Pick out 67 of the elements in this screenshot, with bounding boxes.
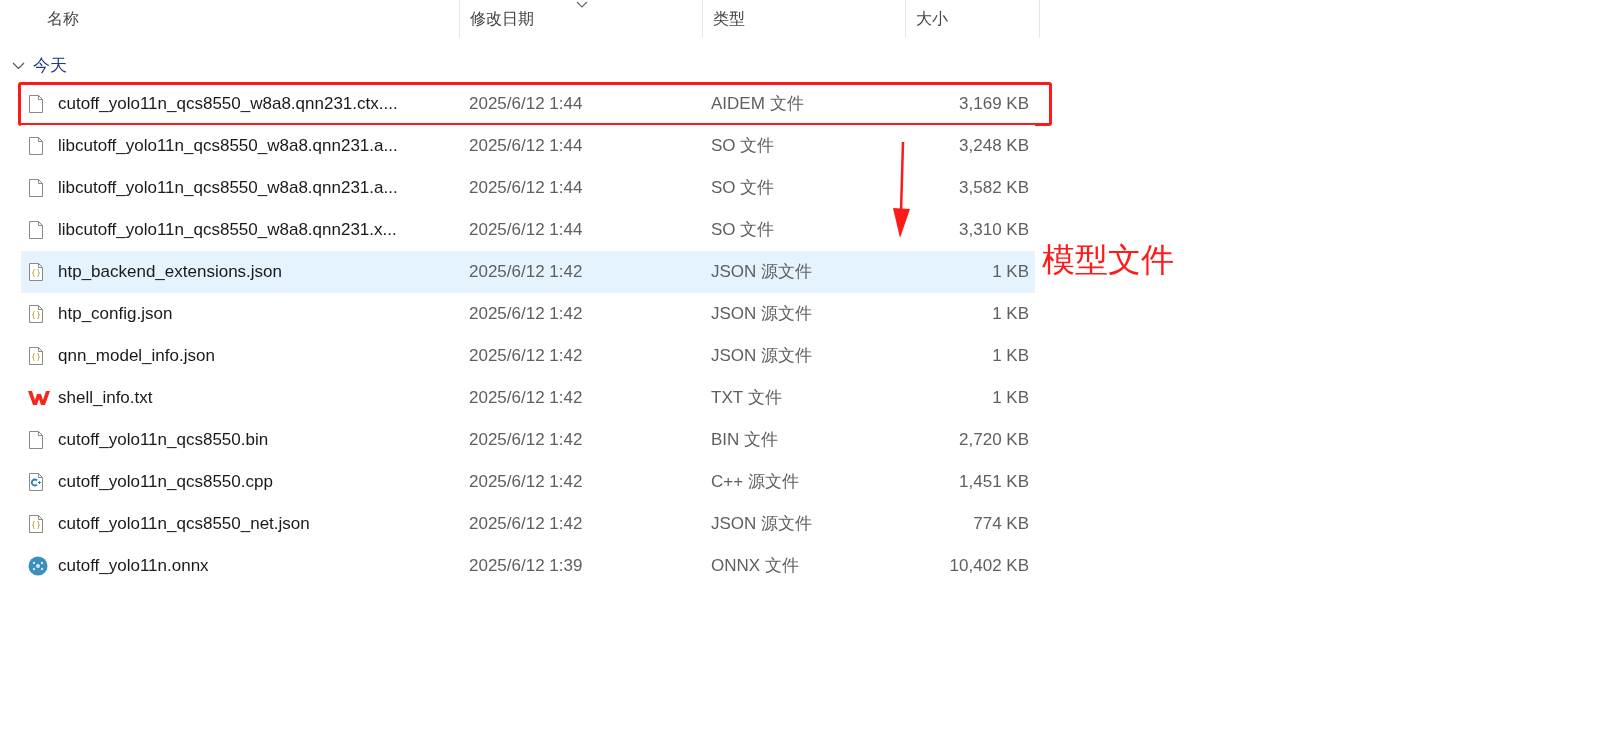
file-name: cutoff_yolo11n_qcs8550.cpp [58,471,274,494]
file-name: libcutoff_yolo11n_qcs8550_w8a8.qnn231.a... [58,177,399,200]
type-cell-text: JSON 源文件 [711,261,814,284]
type-cell-text: SO 文件 [711,219,776,242]
json-file-icon [28,262,44,282]
file-name: cutoff_yolo11n_qcs8550.bin [58,429,270,452]
file-row[interactable]: htp_backend_extensions.json 2025/6/12 1:42 JSON 源文件 1 KB [21,251,1035,293]
group-header[interactable]: 今天 [33,52,67,79]
size-cell-text: 3,248 KB [958,135,1029,158]
column-header[interactable]: 修改日期 [460,0,703,38]
type-cell-text: JSON 源文件 [711,345,814,368]
type-cell-text: SO 文件 [711,177,776,200]
wps-logo-icon [28,390,50,406]
file-name: cutoff_yolo11n_qcs8550_net.json [58,513,311,536]
file-name: qnn_model_info.json [58,345,216,368]
size-cell-text: 3,582 KB [958,177,1029,200]
type-cell-text: BIN 文件 [711,429,780,452]
cpp-file-icon [28,472,44,492]
file-name: libcutoff_yolo11n_qcs8550_w8a8.qnn231.x... [58,219,398,242]
date-cell-text: 2025/6/12 1:42 [469,513,584,536]
date-cell-text: 2025/6/12 1:42 [469,345,584,368]
json-file-icon [28,514,44,534]
file-icon [28,94,44,114]
size-cell-text: 2,720 KB [958,429,1029,452]
type-cell-text: SO 文件 [711,135,776,158]
file-icon [28,220,44,240]
type-cell-text: TXT 文件 [711,387,783,410]
date-cell-text: 2025/6/12 1:42 [469,429,584,452]
date-cell-text: 2025/6/12 1:42 [469,471,584,494]
file-name: htp_config.json [58,303,174,326]
column-header[interactable]: 名称 [0,0,460,38]
column-header[interactable]: 类型 [703,0,906,38]
file-name: cutoff_yolo11n.onnx [58,555,210,578]
file-name: shell_info.txt [58,387,154,410]
annotation-label: 模型文件 [1042,243,1174,276]
size-cell-text: 1 KB [991,387,1029,410]
size-cell-text: 774 KB [972,513,1029,536]
size-cell-text: 3,310 KB [958,219,1029,242]
file-icon [28,430,44,450]
column-header[interactable]: 大小 [906,0,1040,38]
date-cell-text: 2025/6/12 1:42 [469,261,584,284]
file-name: htp_backend_extensions.json [58,261,283,284]
type-cell-text: C++ 源文件 [711,471,800,494]
file-icon [28,136,44,156]
size-cell-text: 1,451 KB [958,471,1029,494]
date-cell-text: 2025/6/12 1:44 [469,177,584,200]
file-name: libcutoff_yolo11n_qcs8550_w8a8.qnn231.a... [58,135,399,158]
date-cell-text: 2025/6/12 1:42 [469,387,584,410]
size-cell-text: 1 KB [991,261,1029,284]
date-cell-text: 2025/6/12 1:44 [469,219,584,242]
date-cell-text: 2025/6/12 1:39 [469,555,584,578]
network-globe-icon [28,556,48,576]
size-cell-text: 3,169 KB [958,93,1029,116]
type-cell-text: JSON 源文件 [711,303,814,326]
date-cell-text: 2025/6/12 1:44 [469,135,584,158]
file-name: cutoff_yolo11n_qcs8550_w8a8.qnn231.ctx.... [58,93,399,116]
size-cell-text: 1 KB [991,303,1029,326]
json-file-icon [28,304,44,324]
json-file-icon [28,346,44,366]
file-icon [28,178,44,198]
type-cell-text: JSON 源文件 [711,513,814,536]
size-cell-text: 10,402 KB [948,555,1029,578]
size-cell-text: 1 KB [991,345,1029,368]
date-cell-text: 2025/6/12 1:44 [469,93,584,116]
type-cell-text: AIDEM 文件 [711,93,805,116]
date-cell-text: 2025/6/12 1:42 [469,303,584,326]
type-cell-text: ONNX 文件 [711,555,800,578]
